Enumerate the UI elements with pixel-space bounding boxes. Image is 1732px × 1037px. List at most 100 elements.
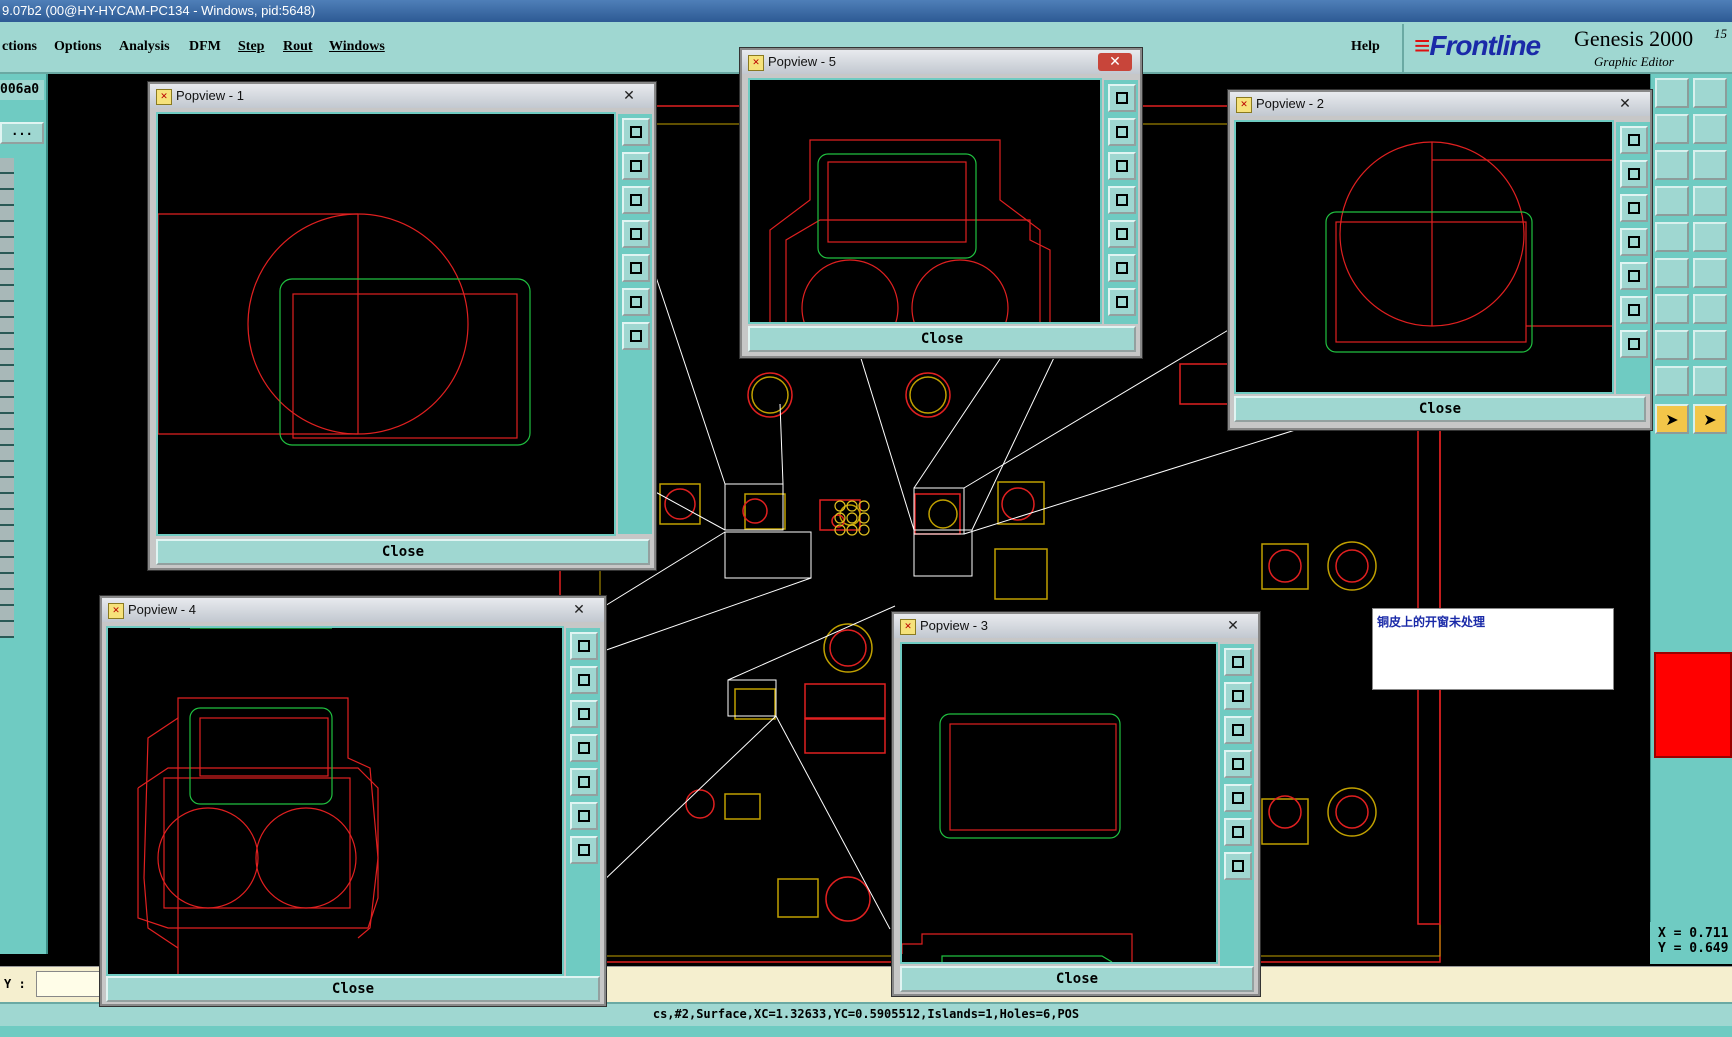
center-icon[interactable] bbox=[1224, 852, 1252, 880]
command-input[interactable] bbox=[36, 971, 102, 997]
job-field[interactable]: 006a0 bbox=[0, 80, 44, 100]
measure-icon[interactable] bbox=[1655, 186, 1689, 216]
popview-canvas[interactable] bbox=[1234, 120, 1614, 394]
pan-left-icon[interactable] bbox=[1655, 114, 1689, 144]
node-icon[interactable] bbox=[1655, 258, 1689, 288]
zoom-back-icon[interactable] bbox=[1693, 78, 1727, 108]
pan-left-icon[interactable] bbox=[1108, 186, 1136, 214]
popview-titlebar[interactable]: ✕ Popview - 3 ✕ bbox=[894, 614, 1258, 638]
menu-options[interactable]: Options bbox=[54, 39, 101, 55]
y-coordinate: Y = 0.649 bbox=[1658, 941, 1729, 956]
select-pointer-alt-icon[interactable]: ➤ bbox=[1693, 404, 1727, 434]
zoom-in-icon[interactable] bbox=[1620, 160, 1648, 188]
close-button[interactable]: Close bbox=[900, 966, 1254, 992]
select-pointer-icon[interactable]: ➤ bbox=[1655, 404, 1689, 434]
cross-icon[interactable] bbox=[1693, 258, 1727, 288]
popview-titlebar[interactable]: ✕ Popview - 1 ✕ bbox=[150, 84, 654, 108]
close-button[interactable]: Close bbox=[156, 539, 650, 565]
zoom-in-icon[interactable] bbox=[1224, 682, 1252, 710]
popview-canvas[interactable] bbox=[156, 112, 616, 536]
pan-right-icon[interactable] bbox=[1693, 114, 1727, 144]
zoom-out-icon[interactable] bbox=[1620, 194, 1648, 222]
zoom-window-icon[interactable] bbox=[1693, 150, 1727, 180]
line-icon[interactable] bbox=[1655, 294, 1689, 324]
zoom-out-icon[interactable] bbox=[1108, 152, 1136, 180]
app-icon: ✕ bbox=[1236, 97, 1252, 113]
close-icon[interactable]: ✕ bbox=[612, 87, 646, 105]
triangle-icon[interactable] bbox=[1655, 366, 1689, 396]
menu-windows[interactable]: Windows bbox=[329, 39, 385, 55]
zoom-out-icon[interactable] bbox=[1224, 716, 1252, 744]
pan-right-icon[interactable] bbox=[1620, 262, 1648, 290]
popview-titlebar[interactable]: ✕ Popview - 4 ✕ bbox=[102, 598, 604, 622]
zoom-in-icon[interactable] bbox=[1108, 118, 1136, 146]
center-icon[interactable] bbox=[1620, 330, 1648, 358]
popview-toolbar bbox=[1104, 80, 1138, 324]
center-icon[interactable] bbox=[570, 836, 598, 864]
close-button[interactable]: Close bbox=[748, 326, 1136, 352]
pan-left-icon[interactable] bbox=[1224, 750, 1252, 778]
zoom-in-icon[interactable] bbox=[622, 152, 650, 180]
expand-icon[interactable] bbox=[570, 802, 598, 830]
center-icon[interactable] bbox=[1108, 288, 1136, 316]
dash-icon[interactable] bbox=[1693, 330, 1727, 360]
zoom-fit-icon[interactable] bbox=[570, 632, 598, 660]
zoom-home-icon[interactable] bbox=[1655, 78, 1689, 108]
window-title-bar: 9.07b2 (00@HY-HYCAM-PC134 - Windows, pid… bbox=[0, 0, 1732, 22]
diagonal-line-icon[interactable] bbox=[1693, 294, 1727, 324]
popview-canvas[interactable] bbox=[106, 626, 564, 976]
menu-actions[interactable]: ctions bbox=[2, 39, 37, 55]
arrow-up-icon[interactable] bbox=[1693, 366, 1727, 396]
zoom-in-icon[interactable] bbox=[570, 666, 598, 694]
popview-canvas[interactable] bbox=[900, 642, 1218, 964]
popview-window: ✕ Popview - 2 ✕ Close bbox=[1228, 90, 1652, 430]
menu-analysis[interactable]: Analysis bbox=[119, 39, 170, 55]
note-box: 铜皮上的开窗未处理 bbox=[1372, 608, 1614, 690]
zoom-fit-icon[interactable] bbox=[1108, 84, 1136, 112]
close-button[interactable]: Close bbox=[106, 976, 600, 1002]
menu-rout[interactable]: Rout bbox=[283, 39, 313, 55]
snap-icon[interactable] bbox=[1693, 186, 1727, 216]
point-icon[interactable] bbox=[1655, 330, 1689, 360]
close-icon[interactable]: ✕ bbox=[562, 601, 596, 619]
bottom-strip bbox=[0, 1026, 1732, 1037]
pan-left-icon[interactable] bbox=[622, 220, 650, 248]
dots-button[interactable]: ... bbox=[0, 122, 44, 144]
zoom-out-icon[interactable] bbox=[622, 186, 650, 214]
close-icon[interactable]: ✕ bbox=[1098, 53, 1132, 71]
close-icon[interactable]: ✕ bbox=[1216, 617, 1250, 635]
expand-icon[interactable] bbox=[622, 288, 650, 316]
expand-icon[interactable] bbox=[1108, 254, 1136, 282]
menu-step[interactable]: Step bbox=[238, 39, 264, 55]
note-text: 铜皮上的开窗未处理 bbox=[1377, 615, 1486, 629]
pan-left-icon[interactable] bbox=[1620, 228, 1648, 256]
expand-icon[interactable] bbox=[1620, 296, 1648, 324]
pan-left-icon[interactable] bbox=[570, 734, 598, 762]
zoom-out-icon[interactable] bbox=[570, 700, 598, 728]
pad-icon[interactable] bbox=[1655, 222, 1689, 252]
menu-dfm[interactable]: DFM bbox=[189, 39, 221, 55]
layer-list[interactable] bbox=[0, 158, 14, 638]
color-swatch[interactable] bbox=[1654, 652, 1732, 758]
zoom-fit-icon[interactable] bbox=[1655, 150, 1689, 180]
menu-help[interactable]: Help bbox=[1351, 39, 1380, 55]
pan-right-icon[interactable] bbox=[622, 254, 650, 282]
center-icon[interactable] bbox=[622, 322, 650, 350]
pan-right-icon[interactable] bbox=[1224, 784, 1252, 812]
popview-titlebar[interactable]: ✕ Popview - 2 ✕ bbox=[1230, 92, 1650, 116]
coordinate-readout: X = 0.711 Y = 0.649 bbox=[1650, 922, 1732, 964]
close-icon[interactable]: ✕ bbox=[1608, 95, 1642, 113]
product-subtitle: Graphic Editor bbox=[1594, 54, 1674, 69]
pan-right-icon[interactable] bbox=[1108, 220, 1136, 248]
popview-canvas[interactable] bbox=[748, 78, 1102, 324]
zoom-fit-icon[interactable] bbox=[1224, 648, 1252, 676]
popview-toolbar bbox=[1220, 644, 1254, 966]
surface-icon[interactable] bbox=[1693, 222, 1727, 252]
zoom-fit-icon[interactable] bbox=[1620, 126, 1648, 154]
popview-titlebar[interactable]: ✕ Popview - 5 ✕ bbox=[742, 50, 1140, 74]
popview-window: ✕ Popview - 4 ✕ Close bbox=[100, 596, 606, 1006]
expand-icon[interactable] bbox=[1224, 818, 1252, 846]
close-button[interactable]: Close bbox=[1234, 396, 1646, 422]
pan-right-icon[interactable] bbox=[570, 768, 598, 796]
zoom-fit-icon[interactable] bbox=[622, 118, 650, 146]
